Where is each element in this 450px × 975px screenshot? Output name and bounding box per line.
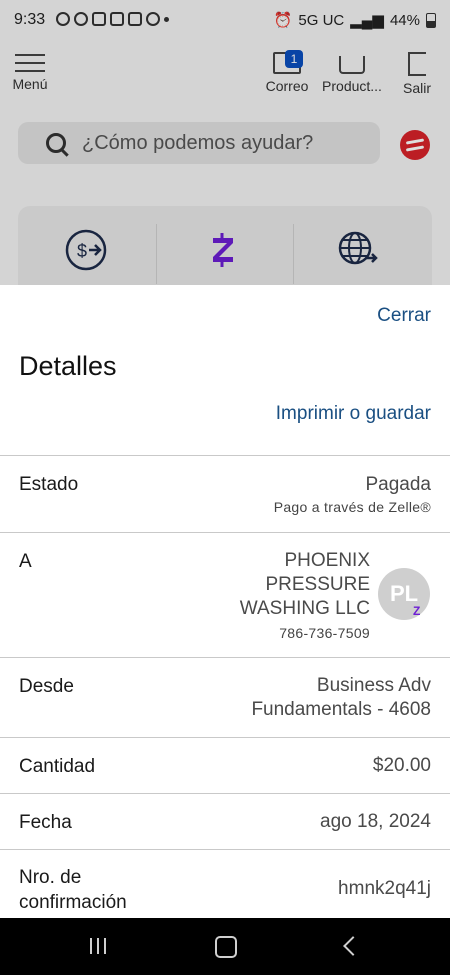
recipient-name-line: PHOENIX — [284, 550, 370, 571]
home-icon[interactable] — [215, 936, 237, 958]
back-icon[interactable] — [343, 936, 363, 956]
divider — [0, 737, 450, 738]
system-nav-bar — [0, 918, 450, 975]
print-or-save-link[interactable]: Imprimir o guardar — [276, 403, 431, 425]
recipient-name-line: PRESSURE — [265, 574, 370, 595]
status-label: Estado — [19, 474, 79, 495]
divider — [0, 455, 450, 456]
confirmation-number: hmnk2q41j — [338, 878, 431, 899]
payment-method-note: Pago a través de Zelle® — [273, 499, 431, 515]
recent-apps-icon[interactable] — [90, 938, 111, 959]
amount-label: Cantidad — [19, 756, 96, 777]
from-account-line: Business Adv — [316, 675, 431, 696]
recipient-name: PHOENIX PRESSURE WASHING LLC — [240, 549, 370, 621]
zelle-badge-icon: Z — [413, 604, 421, 618]
date-label: Fecha — [19, 812, 72, 833]
recipient-label: A — [19, 551, 32, 572]
from-account: Business Adv Fundamentals - 4608 — [251, 674, 431, 722]
confirmation-label-line: Nro. de — [19, 867, 82, 888]
close-button[interactable]: Cerrar — [377, 305, 431, 327]
status-value: Pagada — [365, 474, 431, 495]
modal-overlay[interactable] — [0, 0, 450, 285]
page-title: Detalles — [19, 351, 117, 381]
recipient-phone: 786-736-7509 — [279, 625, 370, 641]
details-sheet: Cerrar Detalles Imprimir o guardar Estad… — [0, 285, 450, 918]
divider — [0, 532, 450, 533]
divider — [0, 793, 450, 794]
divider — [0, 657, 450, 658]
confirmation-label: Nro. de confirmación — [19, 865, 127, 915]
from-label: Desde — [19, 676, 74, 697]
divider — [0, 849, 450, 850]
date-value: ago 18, 2024 — [320, 811, 431, 832]
recipient-avatar: PL — [378, 568, 430, 620]
confirmation-label-line: confirmación — [19, 892, 127, 913]
amount-value: $20.00 — [372, 755, 431, 776]
recipient-name-line: WASHING LLC — [239, 598, 370, 619]
from-account-line: Fundamentals - 4608 — [251, 699, 431, 720]
